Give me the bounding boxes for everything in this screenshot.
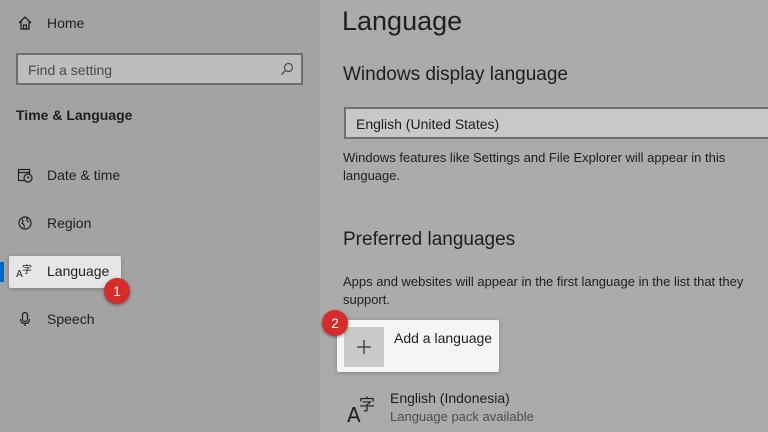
calendar-clock-icon — [16, 166, 34, 184]
sidebar-item-speech[interactable]: Speech — [0, 301, 94, 337]
search-input[interactable]: Find a setting — [16, 53, 303, 85]
preferred-description-line2: support. — [343, 292, 390, 307]
sidebar-item-label: Language — [47, 263, 110, 279]
language-icon: A字 — [347, 392, 379, 427]
home-label: Home — [47, 15, 85, 31]
language-status: Language pack available — [390, 409, 534, 424]
search-placeholder: Find a setting — [28, 62, 113, 78]
add-language-button[interactable]: Add a language — [337, 320, 499, 372]
page-title: Language — [342, 6, 463, 36]
sidebar-item-region[interactable]: Region — [0, 205, 91, 241]
microphone-icon — [16, 310, 34, 328]
add-language-label: Add a language — [394, 330, 493, 346]
sidebar: Home Find a setting Time & Language Date… — [0, 0, 320, 432]
language-name: English (Indonesia) — [390, 390, 510, 406]
sidebar-item-date-time[interactable]: Date & time — [0, 157, 120, 193]
display-language-description-line1: Windows features like Settings and File … — [343, 150, 726, 165]
preferred-description-line1: Apps and websites will appear in the fir… — [343, 274, 744, 289]
home-nav-item[interactable]: Home — [0, 5, 84, 41]
language-list-item[interactable]: A字 English (Indonesia) Language pack ava… — [347, 388, 747, 432]
step-badge-1: 1 — [104, 278, 130, 304]
search-icon — [279, 61, 295, 77]
display-language-value: English (United States) — [356, 116, 500, 132]
sidebar-item-label: Speech — [47, 311, 95, 327]
display-language-dropdown[interactable]: English (United States) — [344, 107, 768, 139]
language-icon: A字 — [16, 262, 34, 280]
plus-icon — [344, 327, 384, 367]
display-language-description-line2: language. — [343, 168, 401, 183]
section-title: Time & Language — [16, 107, 133, 123]
home-icon — [16, 14, 34, 32]
sidebar-item-language[interactable]: A字 Language — [0, 253, 109, 289]
display-language-heading: Windows display language — [343, 64, 568, 85]
preferred-languages-heading: Preferred languages — [343, 229, 516, 250]
svg-text:字: 字 — [359, 395, 375, 414]
step-badge-2: 2 — [322, 310, 348, 336]
sidebar-item-label: Date & time — [47, 167, 121, 183]
sidebar-item-label: Region — [47, 215, 92, 231]
globe-icon — [16, 214, 34, 232]
svg-text:字: 字 — [22, 263, 32, 276]
